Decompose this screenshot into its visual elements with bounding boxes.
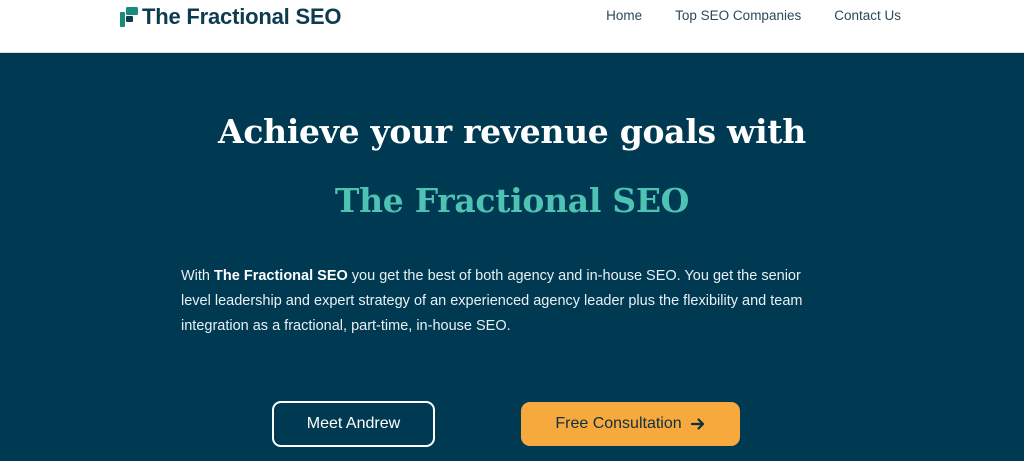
nav-contact-us[interactable]: Contact Us [834, 8, 901, 23]
page: The Fractional SEO Home Top SEO Companie… [0, 0, 1024, 461]
brand-name: The Fractional SEO [142, 4, 342, 29]
free-consultation-button[interactable]: Free Consultation [521, 402, 740, 446]
site-header: The Fractional SEO Home Top SEO Companie… [0, 0, 1024, 53]
hero-title: Achieve your revenue goals with [218, 112, 806, 151]
hero-highlight: The Fractional SEO [334, 181, 690, 220]
hero-description: With The Fractional SEO you get the best… [181, 264, 821, 339]
nav-top-seo-companies[interactable]: Top SEO Companies [675, 8, 801, 23]
main-nav: Home Top SEO Companies Contact Us [606, 8, 901, 23]
brand-logo-link[interactable]: The Fractional SEO [120, 4, 342, 30]
hero-body-lead: With [181, 268, 215, 284]
arrow-right-icon [690, 418, 704, 430]
free-consultation-label: Free Consultation [555, 415, 682, 432]
nav-home[interactable]: Home [606, 8, 642, 23]
meet-andrew-button[interactable]: Meet Andrew [272, 401, 435, 447]
hero-body-brand: The Fractional SEO [214, 268, 348, 284]
fractional-seo-logo-icon [120, 7, 138, 27]
meet-andrew-label: Meet Andrew [306, 415, 401, 432]
